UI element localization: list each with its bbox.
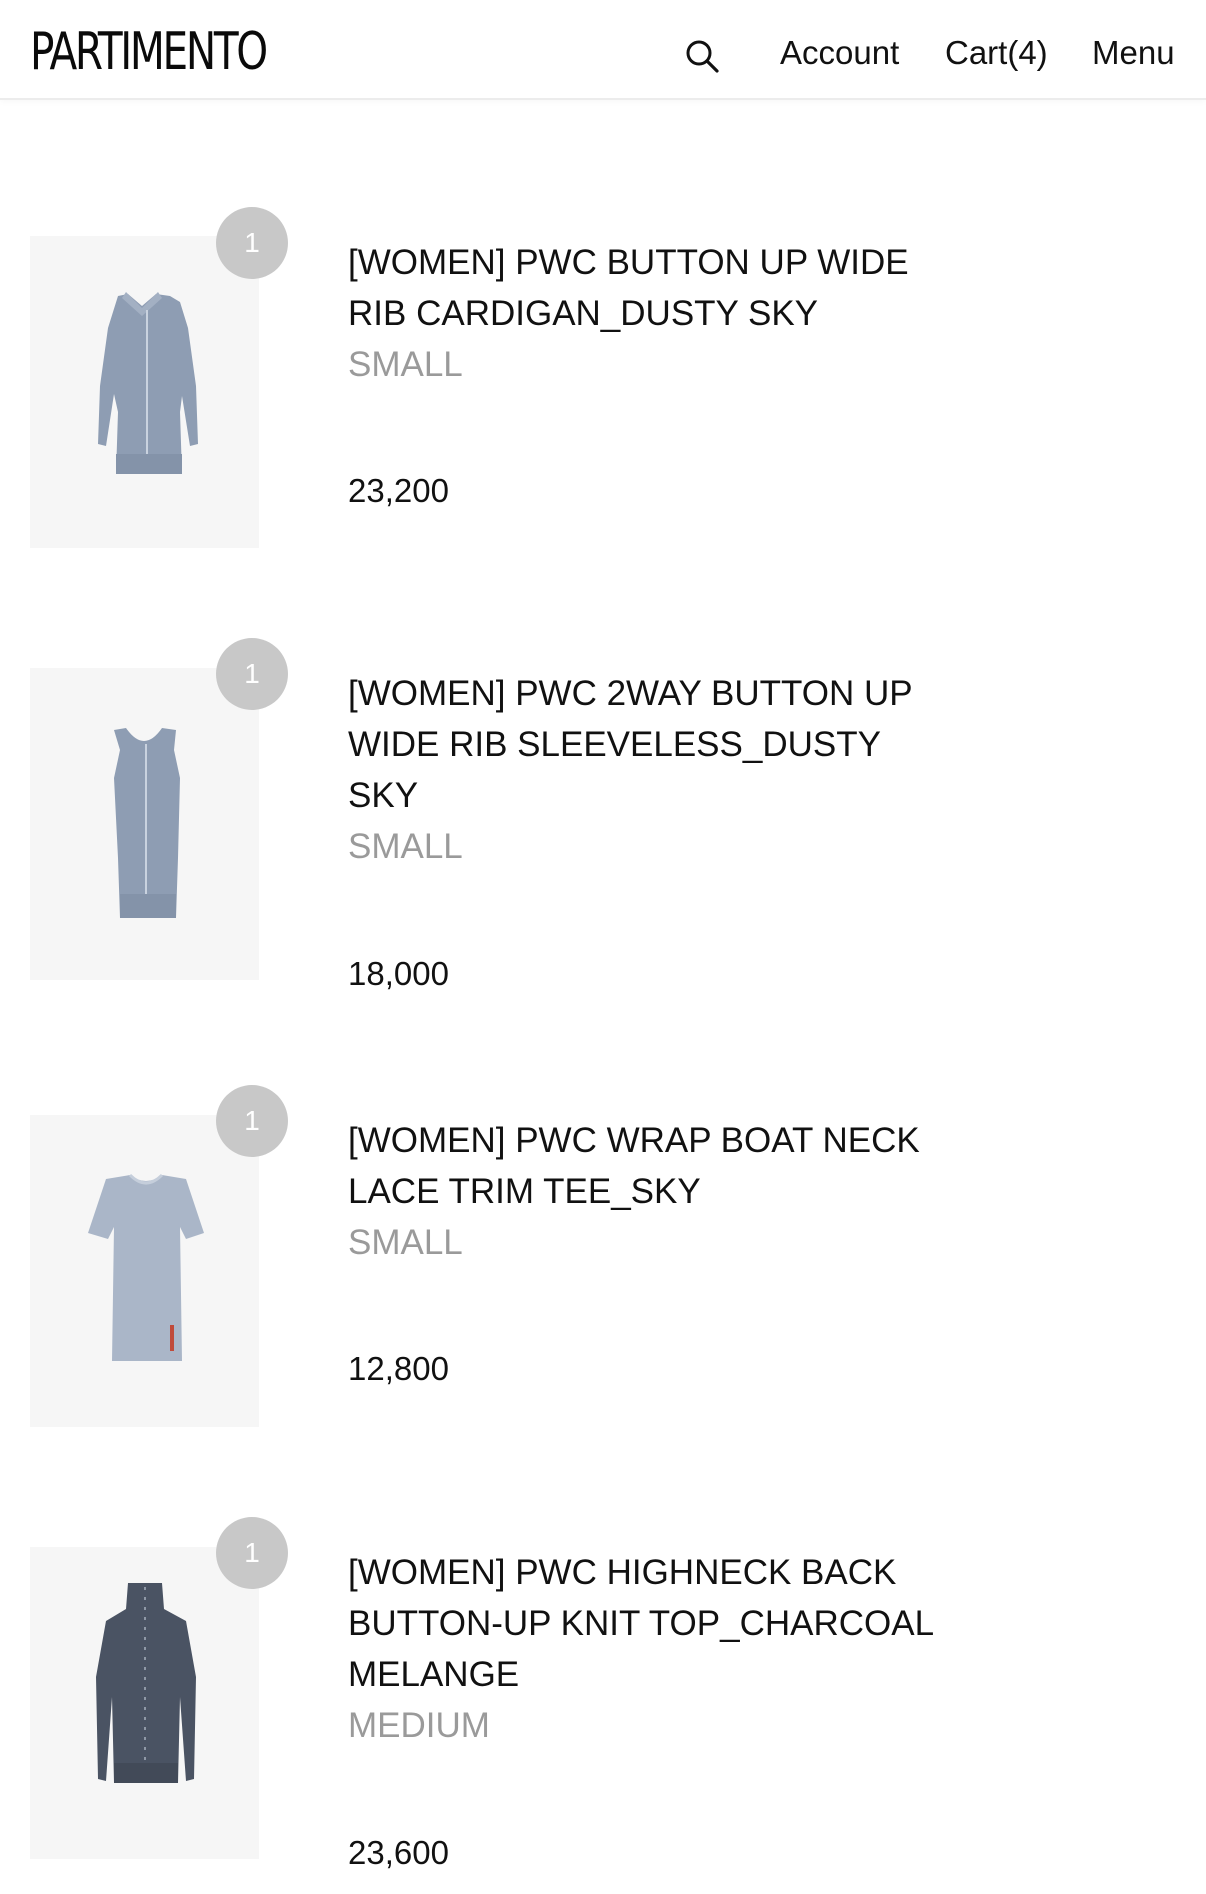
product-size: SMALL (348, 345, 463, 384)
product-price: 23,200 (348, 472, 449, 509)
product-thumbnail[interactable] (30, 1115, 259, 1427)
product-title[interactable]: [WOMEN] PWC WRAP BOAT NECK LACE TRIM TEE… (348, 1115, 948, 1217)
product-thumbnail[interactable] (30, 236, 259, 548)
product-size: SMALL (348, 827, 463, 866)
sleeveless-top-image (114, 728, 180, 918)
cart-link[interactable]: Cart(4) (945, 30, 1048, 76)
account-link[interactable]: Account (780, 30, 899, 76)
highneck-knit-image (96, 1583, 196, 1783)
product-title[interactable]: [WOMEN] PWC HIGHNECK BACK BUTTON-UP KNIT… (348, 1547, 948, 1700)
quantity-badge: 1 (216, 207, 288, 279)
product-size: SMALL (348, 1223, 463, 1262)
quantity-badge: 1 (216, 1085, 288, 1157)
cardigan-image (98, 292, 198, 474)
product-title[interactable]: [WOMEN] PWC BUTTON UP WIDE RIB CARDIGAN_… (348, 237, 948, 339)
tee-image (88, 1173, 204, 1361)
menu-link[interactable]: Menu (1092, 30, 1175, 76)
product-price: 12,800 (348, 1350, 449, 1387)
search-icon[interactable] (682, 36, 722, 76)
quantity-badge: 1 (216, 1517, 288, 1589)
product-price: 18,000 (348, 955, 449, 992)
site-logo[interactable]: PARTIMENTO (30, 22, 268, 82)
site-header: PARTIMENTO Account Cart(4) Menu (0, 0, 1206, 100)
product-title[interactable]: [WOMEN] PWC 2WAY BUTTON UP WIDE RIB SLEE… (348, 668, 948, 821)
product-thumbnail[interactable] (30, 668, 259, 980)
quantity-badge: 1 (216, 638, 288, 710)
product-price: 23,600 (348, 1834, 449, 1871)
product-thumbnail[interactable] (30, 1547, 259, 1859)
product-size: MEDIUM (348, 1706, 490, 1745)
